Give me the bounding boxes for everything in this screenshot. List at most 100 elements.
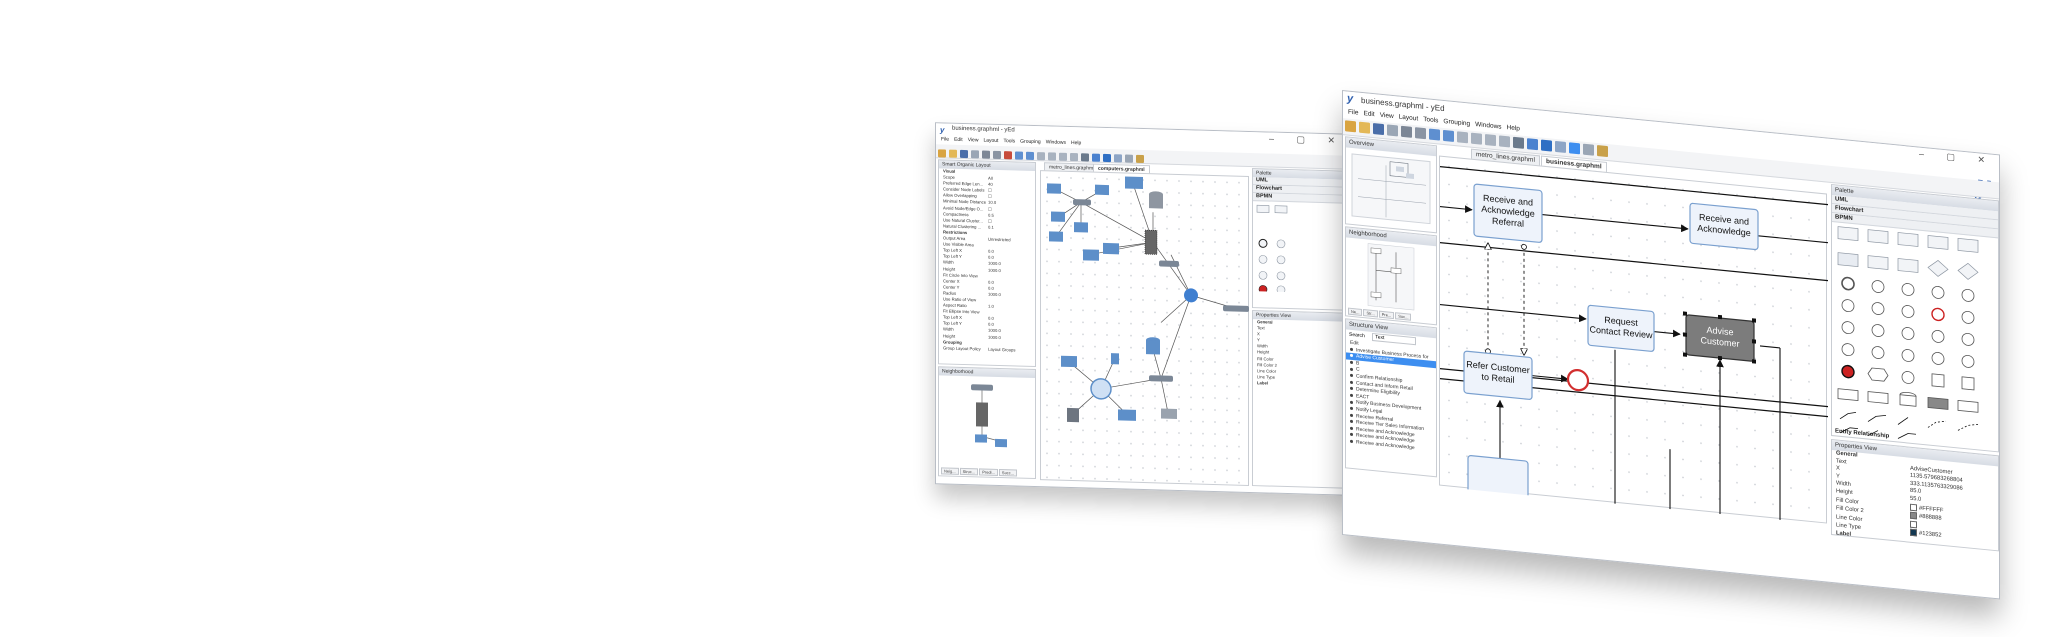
- speaker-icon[interactable]: [1067, 407, 1079, 423]
- group-icon[interactable]: [1114, 154, 1122, 163]
- menu-help[interactable]: Help: [1507, 124, 1520, 132]
- palette-shapes[interactable]: [1253, 201, 1348, 295]
- database-icon[interactable]: [1149, 194, 1163, 209]
- yed-window-back[interactable]: y business.graphml - yEd – ▢ ✕ File Edit V…: [935, 122, 1350, 496]
- group-icon[interactable]: [1555, 140, 1566, 153]
- open-icon[interactable]: [1359, 121, 1370, 134]
- menu-layout[interactable]: Layout: [1399, 114, 1419, 123]
- tab-neighborhood[interactable]: Neig...: [941, 467, 959, 475]
- network-diagram[interactable]: [1041, 171, 1250, 487]
- computer-icon[interactable]: [1095, 184, 1109, 196]
- settings-icon[interactable]: [1597, 145, 1608, 158]
- bpmn-diagram[interactable]: Receive and Acknowledge Referral Receive…: [1440, 157, 1828, 525]
- color-swatch[interactable]: [1910, 511, 1917, 520]
- copy-icon[interactable]: [1415, 127, 1426, 140]
- node-partial[interactable]: [1467, 455, 1529, 502]
- laptop-icon[interactable]: [1061, 355, 1077, 368]
- tab-structure[interactable]: Struc...: [959, 467, 979, 476]
- node-advise-customer[interactable]: Advise Customer: [1683, 311, 1756, 364]
- save-icon[interactable]: [960, 149, 968, 159]
- computer-icon[interactable]: [1074, 222, 1088, 233]
- menu-view[interactable]: View: [968, 137, 979, 143]
- zoom-out-icon[interactable]: [1471, 132, 1482, 145]
- server-icon[interactable]: [1144, 229, 1158, 255]
- save-icon[interactable]: [1373, 123, 1384, 136]
- grid-icon[interactable]: [1513, 136, 1524, 149]
- layout-icon[interactable]: [1527, 138, 1538, 151]
- database-icon[interactable]: [1146, 340, 1160, 355]
- yed-window-front[interactable]: y business.graphml - yEd – ▢ ✕ y FileEdi…: [1342, 90, 2000, 600]
- select-icon[interactable]: [1569, 142, 1580, 155]
- snap-icon[interactable]: [1103, 153, 1111, 163]
- cut-icon[interactable]: [982, 150, 990, 159]
- zoom-in-icon[interactable]: [1037, 152, 1045, 161]
- menu-file[interactable]: File: [941, 136, 949, 142]
- zoom-in-icon[interactable]: [1457, 131, 1468, 144]
- menu-view[interactable]: View: [1380, 112, 1394, 120]
- property-row[interactable]: Group Layout Policy Layout Groups: [939, 345, 1035, 354]
- tab-structure[interactable]: Str...: [1363, 309, 1378, 318]
- menu-grouping[interactable]: Grouping: [1020, 139, 1041, 146]
- tab-successors[interactable]: Suc...: [1395, 312, 1412, 321]
- globe-icon[interactable]: [1184, 288, 1198, 303]
- grid-icon[interactable]: [1081, 153, 1089, 162]
- zoom-fit-icon[interactable]: [1485, 134, 1496, 147]
- node-receive-ack-referral[interactable]: Receive and Acknowledge Referral: [1473, 183, 1543, 243]
- menu-grouping[interactable]: Grouping: [1443, 118, 1470, 128]
- computer-icon[interactable]: [1047, 183, 1061, 194]
- undo-icon[interactable]: [1429, 128, 1440, 141]
- delete-icon[interactable]: [1004, 151, 1012, 160]
- color-swatch[interactable]: [1910, 520, 1917, 529]
- zoom-area-icon[interactable]: [1499, 135, 1510, 148]
- node-refer-customer-retail[interactable]: Refer Customer to Retail: [1463, 350, 1533, 400]
- menu-tools[interactable]: Tools: [1003, 138, 1015, 144]
- tab-successors[interactable]: Succ...: [998, 468, 1018, 477]
- zoom-area-icon[interactable]: [1070, 152, 1078, 162]
- menu-layout[interactable]: Layout: [983, 138, 998, 144]
- undo-icon[interactable]: [1015, 151, 1023, 160]
- print-icon[interactable]: [971, 150, 979, 159]
- print-icon[interactable]: [1387, 124, 1398, 137]
- wireless-icon[interactable]: [1090, 378, 1112, 400]
- settings-icon[interactable]: [1136, 154, 1144, 164]
- node-receive-ack[interactable]: Receive and Acknowledge: [1689, 202, 1759, 251]
- color-swatch[interactable]: [1910, 503, 1917, 511]
- tab-predecessors[interactable]: Predi...: [979, 468, 998, 476]
- diagram-canvas[interactable]: Receive and Acknowledge Referral Receive…: [1439, 155, 1828, 525]
- switch-icon[interactable]: [1223, 305, 1249, 312]
- layout-icon[interactable]: [1092, 153, 1100, 162]
- menu-windows[interactable]: Windows: [1046, 139, 1066, 146]
- tablet-icon[interactable]: [1111, 353, 1119, 365]
- property-row[interactable]: Label: [1253, 380, 1348, 389]
- menu-edit[interactable]: Edit: [954, 137, 963, 143]
- switch-icon[interactable]: [1159, 260, 1179, 267]
- new-icon[interactable]: [938, 149, 946, 158]
- zoom-out-icon[interactable]: [1048, 152, 1056, 161]
- color-swatch[interactable]: [1910, 529, 1917, 537]
- copy-icon[interactable]: [993, 150, 1001, 160]
- printer-icon[interactable]: [1161, 408, 1177, 419]
- redo-icon[interactable]: [1026, 151, 1034, 160]
- monitor-icon[interactable]: [1118, 409, 1136, 421]
- menu-tools[interactable]: Tools: [1423, 116, 1438, 124]
- zoom-fit-icon[interactable]: [1059, 152, 1067, 161]
- ungroup-icon[interactable]: [1583, 143, 1594, 156]
- redo-icon[interactable]: [1443, 129, 1454, 142]
- diagram-canvas[interactable]: [1040, 170, 1249, 486]
- menu-edit[interactable]: Edit: [1363, 110, 1374, 118]
- computer-icon[interactable]: [1051, 211, 1065, 222]
- monitor-icon[interactable]: [1125, 176, 1143, 190]
- switch-icon[interactable]: [1149, 375, 1173, 382]
- tab-predecessors[interactable]: Pre...: [1378, 310, 1395, 320]
- menu-file[interactable]: File: [1348, 109, 1358, 117]
- open-icon[interactable]: [949, 149, 957, 158]
- new-icon[interactable]: [1345, 120, 1356, 133]
- cut-icon[interactable]: [1401, 125, 1412, 138]
- palette-shapes[interactable]: [1832, 222, 1992, 452]
- computer-icon[interactable]: [1103, 242, 1119, 255]
- snap-icon[interactable]: [1541, 139, 1552, 152]
- computer-icon[interactable]: [1049, 231, 1063, 242]
- ungroup-icon[interactable]: [1125, 154, 1133, 163]
- menu-help[interactable]: Help: [1071, 140, 1081, 146]
- tab-neighborhood[interactable]: Ne...: [1348, 307, 1363, 317]
